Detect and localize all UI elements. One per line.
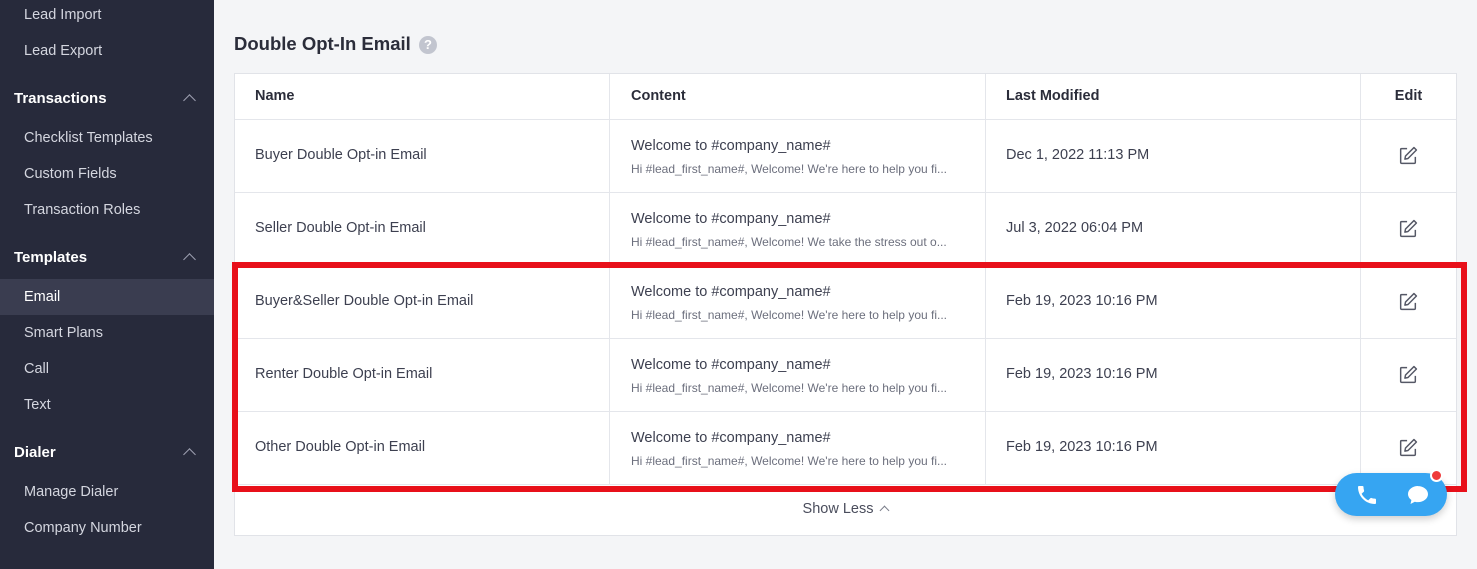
template-preview: Hi #lead_first_name#, Welcome! We're her… <box>631 308 948 322</box>
sidebar-item-lead-import[interactable]: Lead Import <box>0 0 214 33</box>
column-header-last-modified[interactable]: Last Modified <box>1006 74 1099 119</box>
sidebar: Lead Import Lead Export Transactions Che… <box>0 0 214 569</box>
last-modified: Feb 19, 2023 10:16 PM <box>1006 366 1158 382</box>
table-row[interactable]: Other Double Opt-in Email Welcome to #co… <box>235 411 1456 484</box>
phone-icon[interactable] <box>1355 483 1379 507</box>
table-row[interactable]: Seller Double Opt-in Email Welcome to #c… <box>235 192 1456 265</box>
chat-icon[interactable] <box>1406 483 1430 507</box>
sidebar-item-email[interactable]: Email <box>0 279 214 315</box>
notification-badge <box>1430 469 1443 482</box>
edit-icon[interactable] <box>1397 291 1419 313</box>
section-title: Dialer <box>14 444 56 461</box>
sidebar-item-lead-export[interactable]: Lead Export <box>0 33 214 69</box>
sidebar-item-manage-dialer[interactable]: Manage Dialer <box>0 474 214 510</box>
template-preview: Hi #lead_first_name#, Welcome! We're her… <box>631 454 948 468</box>
contact-widget[interactable] <box>1335 473 1447 516</box>
question-circle-icon[interactable]: ? <box>419 36 437 54</box>
sidebar-item-call[interactable]: Call <box>0 351 214 387</box>
sidebar-section-dialer[interactable]: Dialer <box>0 435 214 471</box>
template-name: Buyer&Seller Double Opt-in Email <box>255 293 474 309</box>
chevron-up-icon <box>183 94 196 107</box>
sidebar-item-text[interactable]: Text <box>0 387 214 423</box>
column-header-edit: Edit <box>1394 88 1423 104</box>
section-title: Transactions <box>14 90 107 107</box>
sidebar-item-checklist-templates[interactable]: Checklist Templates <box>0 120 214 156</box>
template-subject: Welcome to #company_name# <box>631 211 831 227</box>
column-header-name[interactable]: Name <box>255 74 295 119</box>
edit-icon[interactable] <box>1397 364 1419 386</box>
sidebar-section-transactions[interactable]: Transactions <box>0 81 214 117</box>
edit-icon[interactable] <box>1397 145 1419 167</box>
last-modified: Feb 19, 2023 10:16 PM <box>1006 439 1158 455</box>
table-row[interactable]: Renter Double Opt-in Email Welcome to #c… <box>235 338 1456 411</box>
template-subject: Welcome to #company_name# <box>631 284 831 300</box>
section-title: Templates <box>14 249 88 266</box>
template-preview: Hi #lead_first_name#, Welcome! We take t… <box>631 235 947 249</box>
template-name: Other Double Opt-in Email <box>255 439 426 455</box>
row-divider <box>235 484 1456 485</box>
table-row[interactable]: Buyer Double Opt-in Email Welcome to #co… <box>235 119 1456 192</box>
sidebar-item-company-number[interactable]: Company Number <box>0 510 214 546</box>
sidebar-section-templates[interactable]: Templates <box>0 240 214 276</box>
page-title: Double Opt-In Email <box>234 33 411 54</box>
chevron-up-icon <box>183 253 196 266</box>
sidebar-item-transaction-roles[interactable]: Transaction Roles <box>0 192 214 228</box>
chevron-up-icon <box>183 448 196 461</box>
template-name: Buyer Double Opt-in Email <box>255 147 427 163</box>
template-preview: Hi #lead_first_name#, Welcome! We're her… <box>631 162 948 176</box>
chevron-up-icon <box>880 505 890 516</box>
table-row[interactable]: Buyer&Seller Double Opt-in Email Welcome… <box>235 265 1456 338</box>
last-modified: Dec 1, 2022 11:13 PM <box>1006 147 1150 163</box>
last-modified: Jul 3, 2022 06:04 PM <box>1006 220 1144 236</box>
sidebar-item-custom-fields[interactable]: Custom Fields <box>0 156 214 192</box>
template-subject: Welcome to #company_name# <box>631 430 831 446</box>
template-name: Seller Double Opt-in Email <box>255 220 426 236</box>
edit-icon[interactable] <box>1397 218 1419 240</box>
sidebar-item-smart-plans[interactable]: Smart Plans <box>0 315 214 351</box>
template-subject: Welcome to #company_name# <box>631 138 831 154</box>
edit-icon[interactable] <box>1397 437 1419 459</box>
show-less-button[interactable]: Show Less <box>235 486 1456 536</box>
column-header-content[interactable]: Content <box>631 74 686 119</box>
template-name: Renter Double Opt-in Email <box>255 366 433 382</box>
email-templates-table: Name Content Last Modified Edit Buyer Do… <box>234 73 1457 536</box>
template-preview: Hi #lead_first_name#, Welcome! We're her… <box>631 381 948 395</box>
show-less-label: Show Less <box>802 501 874 517</box>
template-subject: Welcome to #company_name# <box>631 357 831 373</box>
last-modified: Feb 19, 2023 10:16 PM <box>1006 293 1158 309</box>
